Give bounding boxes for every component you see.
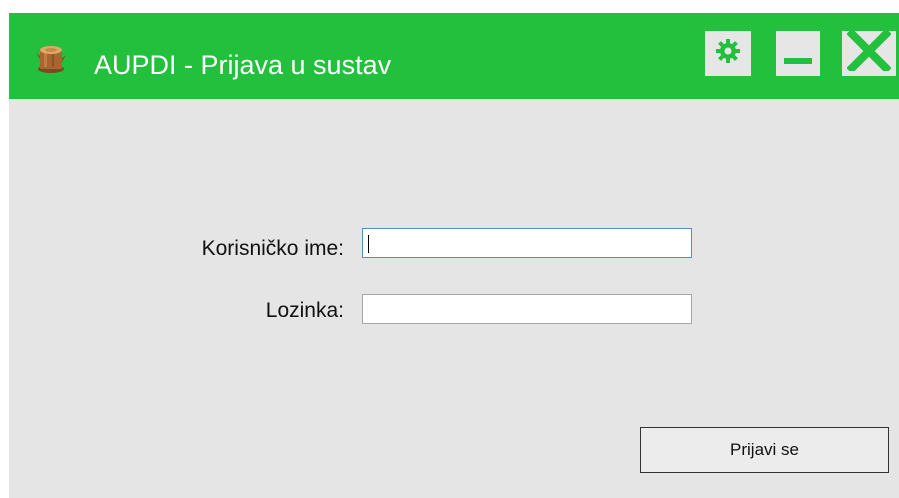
username-label: Korisničko ime: <box>201 237 344 260</box>
password-label: Lozinka: <box>265 299 344 322</box>
close-icon <box>846 28 892 76</box>
close-button[interactable] <box>842 28 896 76</box>
login-button[interactable]: Prijavi se <box>640 427 889 473</box>
text-caret <box>368 235 369 253</box>
password-input[interactable] <box>362 294 692 324</box>
tree-stump-icon <box>35 44 67 74</box>
window-title: AUPDI - Prijava u sustav <box>94 50 392 80</box>
login-window: AUPDI - Prijava u sustav Korisničko ime:… <box>9 13 899 498</box>
username-input[interactable] <box>362 228 692 258</box>
minimize-button[interactable] <box>776 31 820 76</box>
settings-button[interactable] <box>705 31 751 76</box>
minimize-icon <box>783 36 813 71</box>
gear-icon <box>715 38 741 69</box>
title-bar[interactable]: AUPDI - Prijava u sustav <box>9 13 899 99</box>
